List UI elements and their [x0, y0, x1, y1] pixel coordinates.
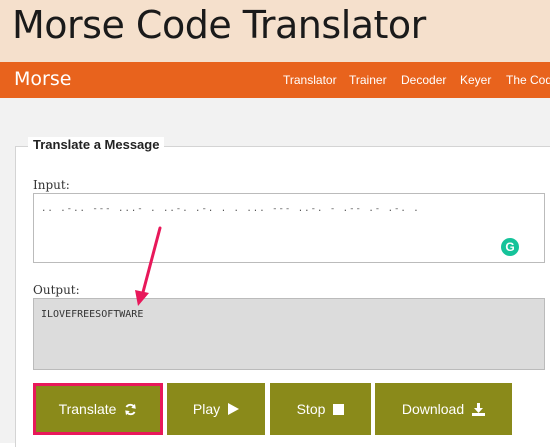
stop-button-label: Stop — [296, 401, 326, 417]
translate-button-label: Translate — [58, 401, 117, 417]
download-button-label: Download — [401, 401, 465, 417]
annotation-arrow — [135, 226, 162, 306]
download-button[interactable]: Download — [375, 383, 512, 435]
stop-button[interactable]: Stop — [270, 383, 371, 435]
stop-icon — [333, 403, 345, 415]
refresh-icon — [124, 403, 137, 416]
download-icon — [472, 402, 486, 416]
play-button[interactable]: Play — [167, 383, 265, 435]
play-icon — [228, 403, 240, 415]
play-button-label: Play — [192, 401, 221, 417]
translate-button[interactable]: Translate — [33, 383, 163, 435]
